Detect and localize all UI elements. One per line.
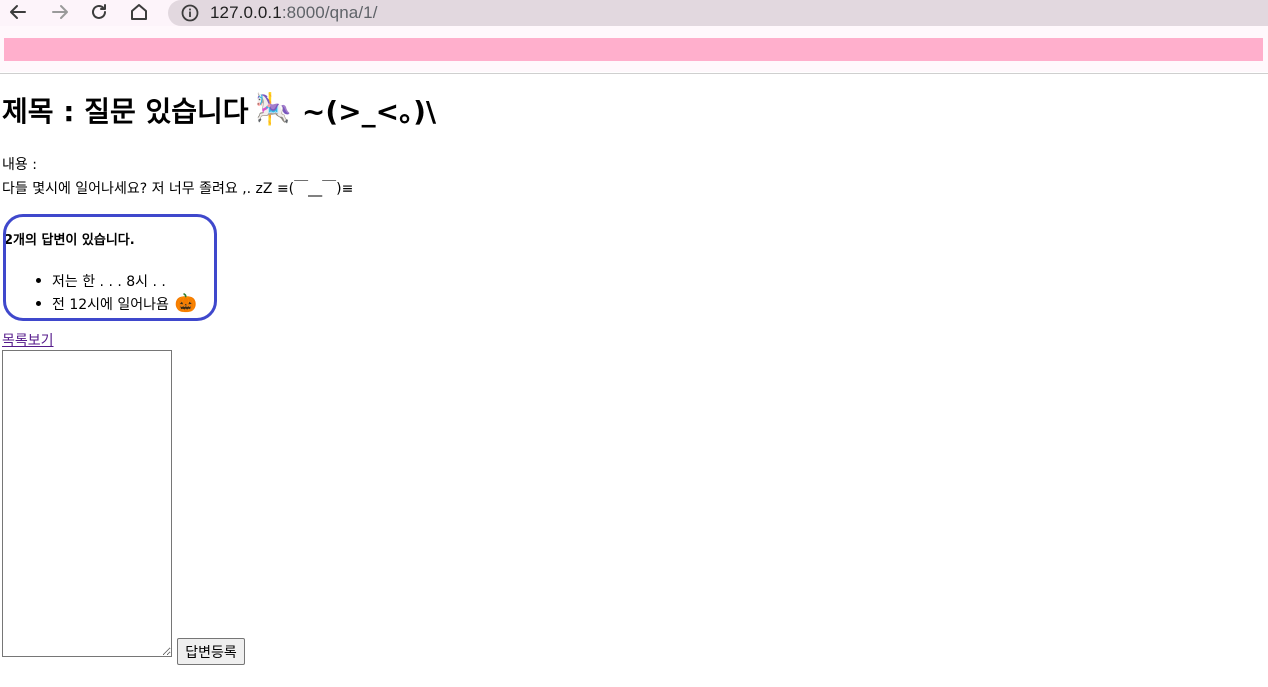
answer-text: 전 12시에 일어나욤 — [52, 296, 169, 313]
back-arrow-icon — [10, 5, 26, 19]
pumpkin-icon: 🎃 — [174, 292, 198, 314]
title-text: 제목 : 질문 있습니다 — [2, 95, 249, 128]
header-divider — [0, 73, 1268, 74]
address-bar[interactable]: 127.0.0.1:8000/qna/1/ — [168, 0, 1268, 26]
url-path: :8000/qna/1/ — [281, 3, 378, 22]
answer-textarea[interactable] — [2, 350, 172, 657]
url-text: 127.0.0.1:8000/qna/1/ — [210, 3, 378, 23]
home-button[interactable] — [125, 0, 153, 24]
answer-item: 저는 한 . . . 8시 . . — [6, 269, 197, 292]
answer-count: 2개의 답변이 있습니다. — [4, 233, 135, 248]
browser-toolbar: 127.0.0.1:8000/qna/1/ — [0, 0, 1268, 26]
pink-banner — [4, 38, 1263, 61]
title-kaomoji: ~(>_<。)\ — [301, 95, 437, 128]
question-content: 다들 몇시에 일어나세요? 저 너무 졸려요 ,. zZ ≡(￣__￣)≡ — [2, 181, 354, 197]
page-title: 제목 : 질문 있습니다 🎠 ~(>_<。)\ — [2, 90, 436, 130]
info-icon[interactable] — [180, 3, 200, 23]
answer-item: 전 12시에 일어나욤 🎃 — [6, 292, 197, 315]
reload-button[interactable] — [85, 0, 113, 24]
url-host: 127.0.0.1 — [210, 3, 282, 22]
forward-arrow-icon — [52, 5, 68, 19]
forward-button[interactable] — [46, 0, 74, 24]
submit-answer-button[interactable]: 답변등록 — [177, 638, 245, 665]
home-icon — [131, 4, 147, 20]
carousel-horse-icon: 🎠 — [254, 92, 292, 127]
answer-list: 저는 한 . . . 8시 . . 전 12시에 일어나욤 🎃 — [6, 269, 197, 315]
reload-icon — [92, 4, 106, 19]
content-label: 내용 : — [2, 157, 37, 173]
answer-text: 저는 한 . . . 8시 . . — [52, 273, 166, 290]
back-button[interactable] — [4, 0, 32, 24]
answers-box: 2개의 답변이 있습니다. 저는 한 . . . 8시 . . 전 12시에 일… — [3, 214, 217, 321]
back-to-list-link[interactable]: 목록보기 — [2, 330, 54, 350]
